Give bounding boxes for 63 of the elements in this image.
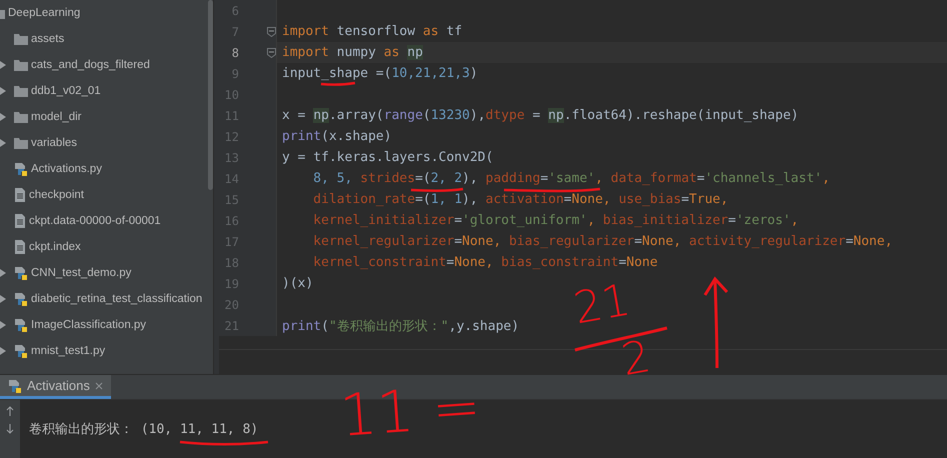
- expand-arrow-icon[interactable]: [0, 347, 6, 355]
- folder-icon: [14, 111, 28, 123]
- close-icon[interactable]: [94, 382, 103, 390]
- fold-icon[interactable]: [267, 48, 276, 58]
- tree-item[interactable]: cats_and_dogs_filtered: [0, 52, 208, 78]
- tree-item[interactable]: variables: [0, 130, 208, 156]
- code-line: )(x): [281, 276, 314, 291]
- handwritten-note: 2: [619, 340, 653, 378]
- code-line: input_shape =(10,21,21,3): [281, 66, 478, 81]
- expand-arrow-icon[interactable]: [0, 87, 6, 95]
- python-file-icon: [14, 318, 28, 332]
- underline-mark: [410, 188, 464, 192]
- tree-item[interactable]: mnist_test1.py: [0, 338, 208, 364]
- fold-icon[interactable]: [267, 26, 276, 36]
- python-file-icon: [14, 344, 28, 358]
- code-line: y = tf.keras.layers.Conv2D(: [281, 150, 494, 165]
- underline-mark: [320, 82, 356, 86]
- python-file-icon: [14, 266, 28, 280]
- expand-arrow-icon[interactable]: [0, 269, 6, 277]
- code-line: dilation_rate=(1, 1), activation=None, use_bias=True,: [312, 192, 728, 207]
- tree-item[interactable]: diabetic_retina_test_classification: [0, 286, 208, 312]
- console-output: 卷积输出的形状： (10, 11, 11, 8): [29, 422, 258, 437]
- expand-arrow-icon[interactable]: [0, 139, 6, 147]
- code-line: kernel_constraint=None, bias_constraint=None: [312, 255, 658, 270]
- tree-item[interactable]: CNN_test_demo.py: [0, 260, 208, 286]
- tree-item[interactable]: ImageClassification.py: [0, 312, 208, 338]
- code-line: print("卷积输出的形状：",y.shape): [281, 318, 520, 334]
- text-file-icon: [14, 188, 26, 202]
- line-number: 8: [230, 46, 239, 60]
- tree-item[interactable]: ckpt.index: [0, 234, 208, 260]
- text-file-icon: [14, 240, 26, 254]
- code-line: 8, 5, strides=(2, 2), padding='same', data_format='channels_last',: [312, 171, 830, 186]
- expand-arrow-icon[interactable]: [0, 113, 6, 121]
- up-arrow-icon[interactable]: [6, 406, 14, 416]
- tree-item[interactable]: Activations.py: [0, 156, 208, 182]
- scrollbar[interactable]: [208, 0, 213, 190]
- code-line: kernel_initializer='glorot_uniform', bias_initializer='zeros',: [312, 213, 799, 228]
- handwritten-note: 21: [572, 283, 632, 326]
- tree-item[interactable]: checkpoint: [0, 182, 208, 208]
- python-file-icon: [14, 162, 28, 176]
- text-file-icon: [14, 214, 26, 228]
- tree-item[interactable]: ckpt.data-00000-of-00001: [0, 208, 208, 234]
- code-line: import numpy as np: [281, 45, 423, 60]
- folder-icon: [14, 85, 28, 97]
- code-line: print(x.shape): [281, 129, 392, 144]
- handwritten-note: 11 =: [338, 385, 482, 438]
- expand-arrow-icon[interactable]: [0, 295, 6, 303]
- down-arrow-icon[interactable]: [6, 424, 14, 434]
- expand-arrow-icon[interactable]: [0, 321, 6, 329]
- expand-arrow-icon[interactable]: [0, 61, 6, 69]
- tree-item[interactable]: model_dir: [0, 104, 208, 130]
- python-file-icon: [8, 378, 22, 392]
- run-tab[interactable]: Activations: [0, 375, 111, 399]
- code-line: kernel_regularizer=None, bias_regularizer=None, activity_regularizer=None,: [312, 234, 893, 249]
- python-file-icon: [14, 292, 28, 306]
- folder-icon: [14, 33, 28, 45]
- folder-icon: [14, 137, 28, 149]
- code-line: x = np.array(range(13230),dtype = np.float64).reshape(input_shape): [281, 108, 799, 123]
- folder-icon: [14, 59, 28, 71]
- tree-item[interactable]: ddb1_v02_01: [0, 78, 208, 104]
- tree-item[interactable]: DeepLearning: [0, 0, 208, 26]
- code-line: import tensorflow as tf: [281, 24, 462, 39]
- tree-item[interactable]: assets: [0, 26, 208, 52]
